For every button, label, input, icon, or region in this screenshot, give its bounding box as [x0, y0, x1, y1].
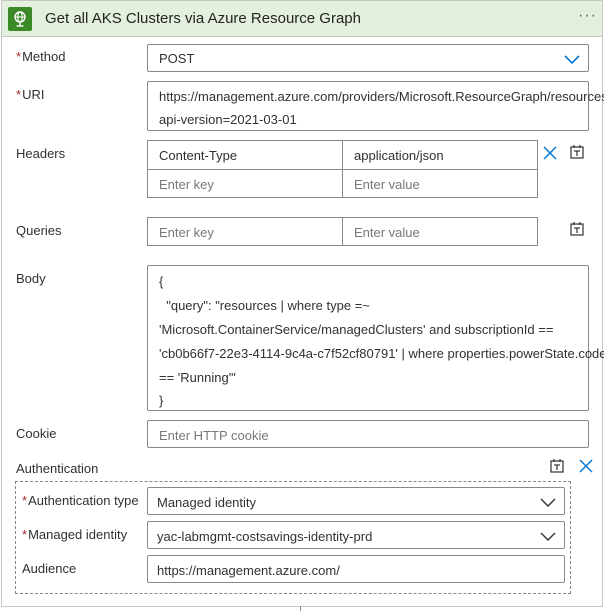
- audience-value: https://management.azure.com/: [157, 563, 340, 578]
- audience-label: Audience: [22, 561, 77, 576]
- headers-table: Content-Type application/json Enter key …: [147, 140, 538, 198]
- chevron-down-icon: [540, 498, 556, 507]
- header-key-input[interactable]: Enter key: [159, 177, 214, 192]
- body-line: == 'Running'": [159, 370, 236, 385]
- body-line: 'cb0b66f7-22e3-4114-9c4a-c7f52cf80791' |…: [159, 346, 604, 361]
- auth-type-value: Managed identity: [157, 495, 257, 510]
- globe-icon: [8, 7, 32, 31]
- action-title[interactable]: Get all AKS Clusters via Azure Resource …: [45, 10, 361, 27]
- method-dropdown[interactable]: POST: [147, 44, 589, 72]
- query-value-input[interactable]: Enter value: [354, 225, 420, 240]
- managed-identity-value: yac-labmgmt-costsavings-identity-prd: [157, 529, 373, 544]
- audience-input[interactable]: https://management.azure.com/: [147, 555, 565, 583]
- auth-type-label: *Authentication type: [22, 493, 139, 508]
- method-value: POST: [159, 51, 195, 66]
- header-key[interactable]: Content-Type: [159, 148, 237, 163]
- body-editor[interactable]: { "query": "resources | where type =~ 'M…: [147, 265, 604, 411]
- body-label: Body: [16, 271, 46, 286]
- body-line: }: [159, 393, 164, 408]
- uri-label: *URI: [16, 87, 45, 102]
- auth-type-dropdown[interactable]: Managed identity: [147, 487, 565, 515]
- authentication-label: Authentication: [16, 461, 99, 476]
- uri-input[interactable]: https://management.azure.com/providers/M…: [147, 81, 604, 131]
- queries-label: Queries: [16, 223, 62, 238]
- managed-identity-label: *Managed identity: [22, 527, 128, 542]
- uri-line-1: https://management.azure.com/providers/M…: [159, 89, 604, 104]
- queries-table: Enter key Enter value: [147, 217, 538, 246]
- cookie-label: Cookie: [16, 426, 57, 441]
- header-value[interactable]: application/json: [354, 148, 444, 163]
- cookie-placeholder: Enter HTTP cookie: [159, 428, 269, 443]
- query-key-input[interactable]: Enter key: [159, 225, 214, 240]
- managed-identity-dropdown[interactable]: yac-labmgmt-costsavings-identity-prd: [147, 521, 565, 549]
- divider: [342, 218, 343, 245]
- http-action-card: Get all AKS Clusters via Azure Resource …: [1, 0, 604, 607]
- body-line: "query": "resources | where type =~: [159, 298, 370, 313]
- header-value-input[interactable]: Enter value: [354, 177, 420, 192]
- method-label: *Method: [16, 49, 66, 64]
- body-line: 'Microsoft.ContainerService/managedClust…: [159, 322, 554, 337]
- chevron-down-icon: [564, 55, 580, 65]
- close-icon[interactable]: [543, 146, 557, 160]
- authentication-section: *Authentication type Managed identity *M…: [15, 481, 571, 594]
- headers-label: Headers: [16, 146, 66, 161]
- body-line: {: [159, 274, 164, 289]
- switch-to-text-mode-icon[interactable]: [549, 458, 565, 474]
- switch-to-text-mode-icon[interactable]: [569, 221, 585, 237]
- divider: [148, 169, 537, 170]
- chevron-down-icon: [540, 532, 556, 541]
- action-header[interactable]: Get all AKS Clusters via Azure Resource …: [2, 1, 602, 37]
- switch-to-text-mode-icon[interactable]: [569, 144, 585, 160]
- uri-line-2: api-version=2021-03-01: [159, 112, 297, 127]
- close-icon[interactable]: [579, 459, 593, 473]
- more-options-button[interactable]: ···: [578, 7, 597, 25]
- cookie-input[interactable]: Enter HTTP cookie: [147, 420, 589, 448]
- connector-line: [300, 606, 301, 611]
